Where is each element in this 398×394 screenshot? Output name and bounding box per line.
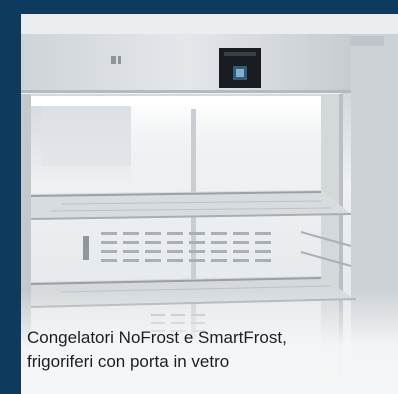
door-handle-icon: [83, 236, 89, 260]
control-panel-display-icon: [219, 48, 261, 88]
shelf-1: [30, 190, 352, 220]
product-card[interactable]: Congelatori NoFrost e SmartFrost, frigor…: [0, 0, 398, 394]
caption-line-2: frigoriferi con porta in vetro: [27, 352, 230, 371]
cabinet-top-panel: [21, 34, 351, 92]
caption-line-1: Congelatori NoFrost e SmartFrost,: [27, 328, 287, 347]
logo-mark-icon: [111, 56, 121, 64]
product-caption: Congelatori NoFrost e SmartFrost, frigor…: [27, 326, 367, 374]
